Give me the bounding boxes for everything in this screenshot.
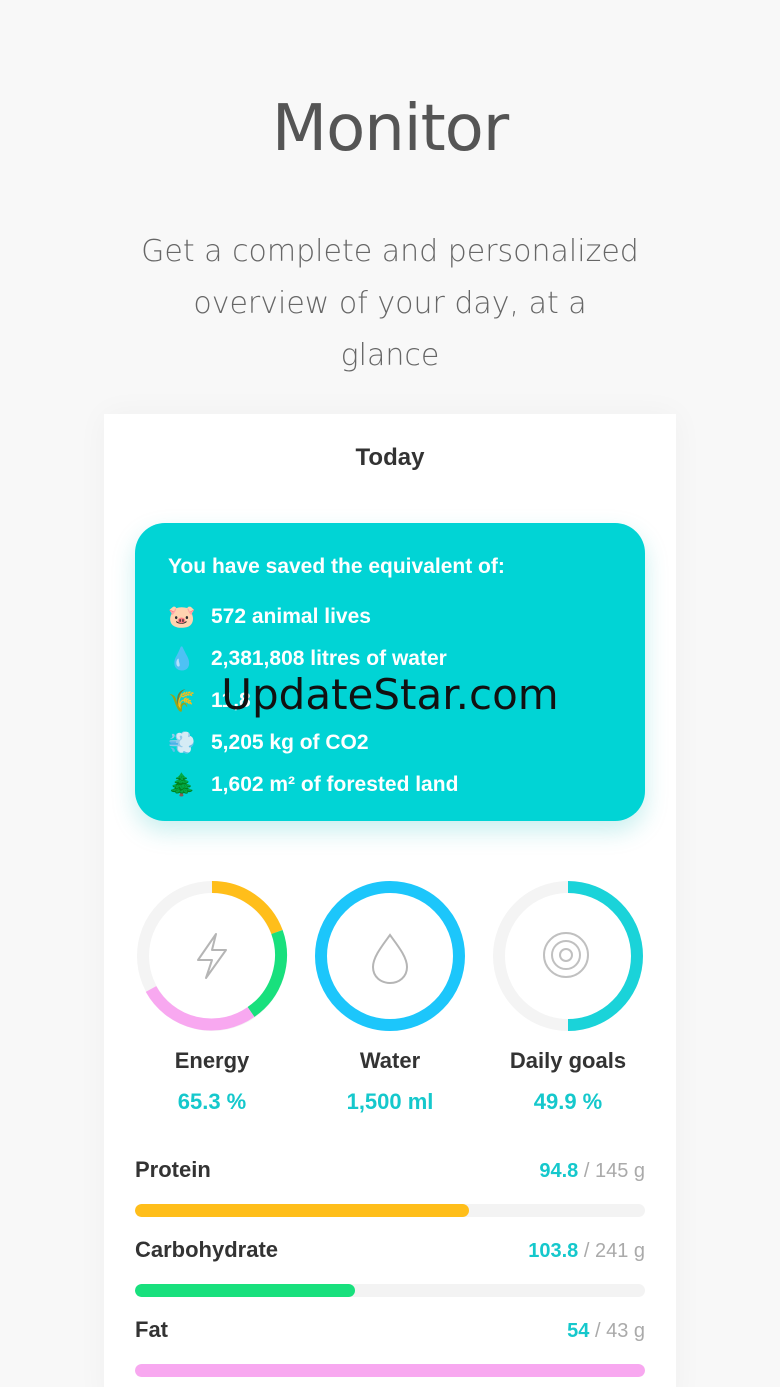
macro-amount: 54 / 43 g [567,1320,645,1343]
ring-label: Water [359,1048,421,1073]
macro-total: / 241 g [583,1240,645,1262]
lightning-icon [197,933,227,979]
grain-icon: 🌾 [168,688,196,714]
savings-item-text: 11,8 [211,689,251,712]
subtitle: Get a complete and personalized overview… [140,226,640,382]
macro-total: / 145 g [583,1160,645,1182]
energy-ring-graphic [137,880,287,1031]
subtitle-line-2: overview of your day, at a glance [193,286,587,373]
savings-item-forest: 🌲 1,602 m² of forested land [168,764,645,806]
macro-name: Carbohydrate [135,1237,279,1262]
subtitle-line-1: Get a complete and personalized [141,234,639,269]
savings-item-animals: 🐷 572 animal lives [168,596,645,638]
savings-item-text: 5,205 kg of CO2 [211,731,369,754]
progress-track [135,1284,645,1297]
macro-amount: 103.8 / 241 g [528,1240,645,1263]
macro-current: 54 [567,1320,590,1342]
macro-current: 94.8 [539,1160,579,1182]
ring-label: Daily goals [509,1048,627,1073]
macro-protein[interactable]: Protein 94.8 / 145 g [135,1157,645,1217]
ring-value: 65.3 % [177,1089,247,1114]
progress-fill [135,1364,645,1377]
macro-name: Protein [135,1157,211,1182]
water-ring-graphic [315,881,465,1031]
macro-name: Fat [135,1317,168,1342]
savings-item-co2: 💨 5,205 kg of CO2 [168,722,645,764]
savings-item-text: 2,381,808 litres of water [211,647,447,670]
pig-icon: 🐷 [168,604,196,630]
water-ring[interactable]: Water 1,500 ml [312,878,468,1115]
savings-item-text: 1,602 m² of forested land [211,773,459,796]
daily-goals-ring[interactable]: Daily goals 49.9 % [490,878,646,1115]
target-icon [543,932,589,978]
savings-item-text: 572 animal lives [211,605,371,628]
progress-track [135,1204,645,1217]
macro-total: / 43 g [594,1320,645,1342]
cloud-icon: 💨 [168,730,196,756]
savings-title: You have saved the equivalent of: [168,555,505,578]
macro-carbohydrate[interactable]: Carbohydrate 103.8 / 241 g [135,1237,645,1297]
progress-track [135,1364,645,1377]
progress-fill [135,1284,355,1297]
drop-icon [371,933,409,985]
macro-fat[interactable]: Fat 54 / 43 g [135,1317,645,1377]
screen-title: Today [355,444,425,471]
water-drop-icon: 💧 [168,646,196,672]
energy-ring[interactable]: Energy 65.3 % [134,878,290,1115]
macro-amount: 94.8 / 145 g [539,1160,645,1183]
goals-ring-graphic [493,881,643,1031]
tree-icon: 🌲 [168,772,196,798]
savings-item-water: 💧 2,381,808 litres of water [168,638,645,680]
headline: Monitor [271,92,509,166]
savings-item-grain: 🌾 11,8 [168,680,645,722]
ring-value: 49.9 % [533,1089,603,1114]
ring-value: 1,500 ml [346,1089,434,1114]
progress-fill [135,1204,469,1217]
ring-label: Energy [174,1048,250,1073]
savings-card[interactable]: You have saved the equivalent of: 🐷 572 … [135,523,645,821]
macro-current: 103.8 [528,1240,579,1262]
